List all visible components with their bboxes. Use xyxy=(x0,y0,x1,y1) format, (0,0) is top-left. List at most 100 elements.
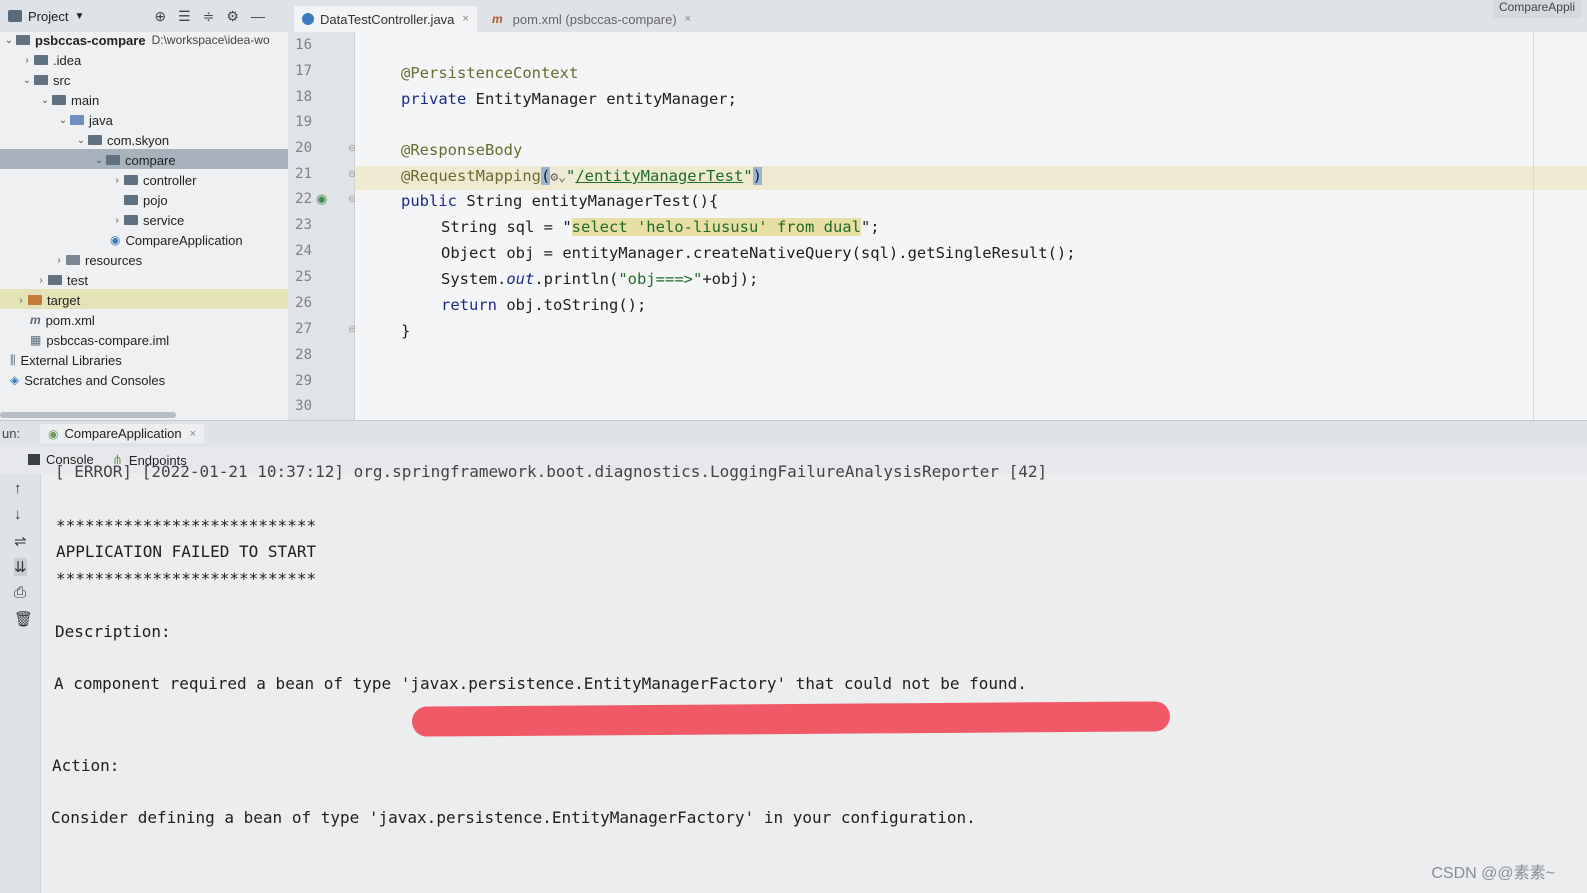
endpoint-icon[interactable]: ◉ xyxy=(316,191,327,207)
console-icon xyxy=(28,454,40,465)
collapse-all-icon[interactable]: ≑ xyxy=(203,8,215,25)
console-line-cut: [ ERROR] [2022-01-21 10:37:12] org.sprin… xyxy=(55,462,1048,481)
console-stars: *************************** xyxy=(56,516,317,535)
tab-datatestcontroller[interactable]: DataTestController.java × xyxy=(294,6,477,35)
tree-item-service[interactable]: › service xyxy=(110,210,184,230)
console-description-label: Description: xyxy=(55,622,171,641)
expand-all-icon[interactable]: ☰ xyxy=(178,8,191,25)
line-number: 26 xyxy=(295,295,312,311)
tree-item-label: resources xyxy=(85,252,143,268)
tree-item-idea[interactable]: › .idea xyxy=(20,50,81,70)
line-number: 25 xyxy=(295,269,312,285)
tree-item-test[interactable]: › test xyxy=(34,270,88,290)
source-folder-icon xyxy=(70,115,84,125)
console-description-text: A component required a bean of type 'jav… xyxy=(54,674,1027,693)
gear-icon[interactable]: ⚙ xyxy=(226,8,239,25)
chevron-right-icon[interactable]: › xyxy=(14,295,28,306)
project-dropdown[interactable]: Project xyxy=(28,9,68,24)
tree-item-label: Scratches and Consoles xyxy=(24,372,166,388)
tree-item-main[interactable]: ⌄ main xyxy=(38,90,99,110)
run-label: un: xyxy=(2,426,21,441)
folder-icon xyxy=(52,95,66,105)
chevron-right-icon[interactable]: › xyxy=(110,175,124,186)
print-icon[interactable]: ⎙ xyxy=(14,584,26,601)
code-line-24: Object obj = entityManager.createNativeQ… xyxy=(441,244,1076,262)
code-text: obj.toString(); xyxy=(497,296,647,314)
line-number: 20 xyxy=(295,140,312,156)
arrow-down-icon[interactable]: ↓ xyxy=(14,506,22,523)
line-number: 27 xyxy=(295,321,312,337)
chevron-down-icon[interactable]: ⌄ xyxy=(56,115,70,126)
tree-item-compare[interactable]: ⌄ compare xyxy=(92,150,176,170)
tab-label: DataTestController.java xyxy=(320,11,455,27)
close-icon[interactable]: × xyxy=(462,13,468,25)
code-text: +obj); xyxy=(702,270,759,288)
package-icon xyxy=(106,155,120,165)
close-icon[interactable]: × xyxy=(685,13,691,25)
tree-item-label: compare xyxy=(125,152,176,168)
tree-item-label: test xyxy=(67,272,88,288)
tree-item-controller[interactable]: › controller xyxy=(110,170,196,190)
tree-item-resources[interactable]: › resources xyxy=(52,250,142,270)
dropdown-arrow-icon[interactable]: ▼ xyxy=(74,11,84,22)
tree-item-label: psbccas-compare xyxy=(35,32,146,48)
run-tool-window-header: un: ◉ CompareApplication × xyxy=(0,420,1587,448)
tree-item-root[interactable]: ⌄ psbccas-compare D:\workspace\idea-wo xyxy=(2,30,270,50)
chevron-down-icon[interactable]: ⌄ xyxy=(2,35,16,46)
run-config-selector[interactable]: CompareAppli xyxy=(1492,0,1581,18)
line-number: 30 xyxy=(295,398,312,414)
chevron-down-icon[interactable]: ⌄ xyxy=(74,135,88,146)
hide-icon[interactable]: — xyxy=(251,8,265,25)
project-tree: ⌄ psbccas-compare D:\workspace\idea-wo ›… xyxy=(0,32,289,420)
tree-item-label: service xyxy=(143,212,185,228)
chevron-down-icon[interactable]: ⌄ xyxy=(20,75,34,86)
tree-item-pom-xml[interactable]: m pom.xml xyxy=(30,310,95,330)
close-icon[interactable]: × xyxy=(190,428,196,440)
tree-item-com-skyon[interactable]: ⌄ com.skyon xyxy=(74,130,169,150)
string-quote: " xyxy=(743,167,753,185)
tab-pom-xml[interactable]: m pom.xml (psbccas-compare) × xyxy=(484,6,699,32)
chevron-down-icon[interactable]: ⌄ xyxy=(92,155,106,166)
console-toolbar: ↑ ↓ ⇌ ⇊ ⎙ 🗑 xyxy=(0,474,41,893)
tree-item-label: pojo xyxy=(143,192,168,208)
tree-item-label: CompareApplication xyxy=(125,232,243,248)
spring-boot-class-icon: ◉ xyxy=(110,233,121,247)
tree-item-scratches[interactable]: ◈ Scratches and Consoles xyxy=(10,370,165,390)
chevron-down-icon[interactable]: ⌄ xyxy=(38,95,52,106)
chevron-right-icon[interactable]: › xyxy=(110,215,124,226)
soft-wrap-icon[interactable]: ⇌ xyxy=(14,532,27,550)
locate-icon[interactable]: ⊕ xyxy=(154,8,166,25)
trash-icon[interactable]: 🗑 xyxy=(14,610,33,628)
console-output[interactable]: [ ERROR] [2022-01-21 10:37:12] org.sprin… xyxy=(41,462,1587,893)
scroll-to-end-icon[interactable]: ⇊ xyxy=(14,558,27,576)
arrow-up-icon[interactable]: ↑ xyxy=(14,480,22,497)
console-stars: *************************** xyxy=(56,569,317,588)
code-text: .println( xyxy=(534,270,619,288)
url-mapping-icon[interactable]: ⚙⌄ xyxy=(550,170,566,185)
line-number: 24 xyxy=(295,243,312,259)
tree-item-external-libraries[interactable]: ⫼ External Libraries xyxy=(10,350,122,370)
tree-item-label: main xyxy=(71,92,100,108)
tree-item-pojo[interactable]: pojo xyxy=(110,190,168,210)
tree-item-label: psbccas-compare.iml xyxy=(46,332,170,348)
tree-item-target[interactable]: › target xyxy=(14,290,80,310)
chevron-right-icon[interactable]: › xyxy=(34,275,48,286)
tree-item-iml[interactable]: ▦ psbccas-compare.iml xyxy=(30,330,169,350)
folder-icon xyxy=(34,75,48,85)
code-editor[interactable]: @PersistenceContext private EntityManage… xyxy=(355,32,1587,420)
chevron-right-icon[interactable]: › xyxy=(20,55,34,66)
tree-item-compareapplication[interactable]: ◉ CompareApplication xyxy=(110,230,243,250)
string-literal: "obj===>" xyxy=(618,270,703,288)
keyword: private xyxy=(401,90,467,108)
line-number: 17 xyxy=(295,63,312,79)
chevron-right-icon[interactable]: › xyxy=(52,255,66,266)
horizontal-scrollbar[interactable] xyxy=(0,412,176,418)
scratches-icon: ◈ xyxy=(10,373,20,387)
endpoint-url-link[interactable]: /entityManagerTest xyxy=(575,167,743,185)
tab-compareapplication[interactable]: ◉ CompareApplication × xyxy=(40,424,204,443)
tree-item-java[interactable]: ⌄ java xyxy=(56,110,113,130)
console-failed-heading: APPLICATION FAILED TO START xyxy=(56,542,317,561)
tree-item-src[interactable]: ⌄ src xyxy=(20,70,71,90)
code-text: String entityManagerTest(){ xyxy=(457,192,719,210)
bracket-match: ) xyxy=(752,167,762,185)
